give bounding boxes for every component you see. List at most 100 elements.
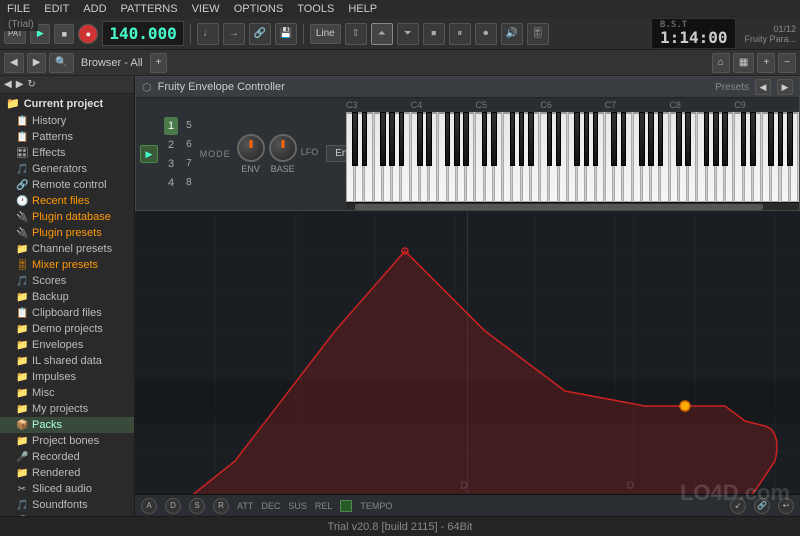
black-key[interactable] <box>584 112 590 166</box>
sidebar-item-soundfonts[interactable]: 🎵 Soundfonts <box>0 497 134 513</box>
black-key[interactable] <box>704 112 710 166</box>
zoom-out[interactable]: − <box>778 53 796 73</box>
black-key[interactable] <box>482 112 488 166</box>
envelope-editor[interactable]: D D <box>135 211 800 494</box>
toolbar-icon-11[interactable]: 🔊 <box>501 23 523 45</box>
black-key[interactable] <box>389 112 395 166</box>
black-key[interactable] <box>713 112 719 166</box>
nav-fwd[interactable]: ▶ <box>27 53 47 73</box>
sidebar-item-recent-files[interactable]: 🕐 Recent files <box>0 193 134 209</box>
toolbar-icon-9[interactable]: ⏸ <box>449 23 471 45</box>
sidebar-item-effects[interactable]: 🎛 Effects <box>0 145 134 161</box>
black-key[interactable] <box>426 112 432 166</box>
black-key[interactable] <box>722 112 728 166</box>
menu-view[interactable]: VIEW <box>189 3 223 15</box>
toolbar-icon-5[interactable]: ⇧ <box>345 23 367 45</box>
sidebar-back[interactable]: ◀ <box>4 79 12 90</box>
menu-help[interactable]: HELP <box>345 3 380 15</box>
sidebar-item-mixer-presets[interactable]: 🎚 Mixer presets <box>0 257 134 273</box>
menu-add[interactable]: ADD <box>80 3 109 15</box>
black-key[interactable] <box>768 112 774 166</box>
step-1[interactable]: 1 <box>164 117 178 135</box>
sidebar-item-plugin-presets[interactable]: 🔌 Plugin presets <box>0 225 134 241</box>
black-key[interactable] <box>778 112 784 166</box>
sidebar-item-clipboard[interactable]: 📋 Clipboard files <box>0 305 134 321</box>
bottom-icon-2[interactable]: 🔗 <box>754 498 770 514</box>
sidebar-refresh[interactable]: ↻ <box>27 79 35 90</box>
menu-file[interactable]: FILE <box>4 3 33 15</box>
menu-edit[interactable]: EDIT <box>41 3 72 15</box>
sidebar-item-sliced-audio[interactable]: ✂ Sliced audio <box>0 481 134 497</box>
black-key[interactable] <box>750 112 756 166</box>
sidebar-item-impulses[interactable]: 📁 Impulses <box>0 369 134 385</box>
toolbar-icon-7[interactable]: ⏷ <box>397 23 419 45</box>
toolbar-icon-6[interactable]: ⏶ <box>371 23 393 45</box>
black-key[interactable] <box>454 112 460 166</box>
att-btn[interactable]: A <box>141 498 157 514</box>
toolbar-icon-8[interactable]: ⏹ <box>423 23 445 45</box>
sidebar-item-speech[interactable]: 🔊 Speech <box>0 513 134 516</box>
rel-btn[interactable]: R <box>213 498 229 514</box>
toolbar-icon-2[interactable]: → <box>223 23 245 45</box>
black-key[interactable] <box>380 112 386 166</box>
play-env-button[interactable]: ▶ <box>140 145 158 163</box>
black-key[interactable] <box>445 112 451 166</box>
black-key[interactable] <box>352 112 358 166</box>
black-key[interactable] <box>611 112 617 166</box>
sidebar-fwd[interactable]: ▶ <box>16 79 24 90</box>
sidebar-item-scores[interactable]: 🎵 Scores <box>0 273 134 289</box>
bottom-icon-1[interactable]: ↙ <box>730 498 746 514</box>
step-4[interactable]: 4 <box>164 174 178 192</box>
sidebar-section-current-project[interactable]: 📁 Current project <box>0 94 134 113</box>
record-button[interactable]: ● <box>78 24 98 44</box>
base-knob[interactable] <box>269 134 297 162</box>
black-key[interactable] <box>519 112 525 166</box>
menu-patterns[interactable]: PATTERNS <box>118 3 181 15</box>
toolbar-icon-12[interactable]: 🎚 <box>527 23 549 45</box>
sidebar-item-packs[interactable]: 📦 Packs <box>0 417 134 433</box>
sus-btn[interactable]: S <box>189 498 205 514</box>
browser-search-icon[interactable]: 🔍 <box>49 53 73 73</box>
tempo-checkbox[interactable] <box>340 500 352 512</box>
sidebar-item-misc[interactable]: 📁 Misc <box>0 385 134 401</box>
black-key[interactable] <box>417 112 423 166</box>
black-key[interactable] <box>658 112 664 166</box>
sidebar-item-patterns[interactable]: 📋 Patterns <box>0 129 134 145</box>
black-key[interactable] <box>621 112 627 166</box>
line-mode-btn[interactable]: Line <box>310 24 341 44</box>
browser-add-btn[interactable]: + <box>150 53 168 73</box>
black-key[interactable] <box>648 112 654 166</box>
black-key[interactable] <box>463 112 469 166</box>
sidebar-item-channel-presets[interactable]: 📁 Channel presets <box>0 241 134 257</box>
grid-btn[interactable]: ▦ <box>733 53 754 73</box>
bottom-icon-3[interactable]: ↩ <box>778 498 794 514</box>
black-key[interactable] <box>787 112 793 166</box>
step-2[interactable]: 2 <box>164 136 178 154</box>
black-key[interactable] <box>510 112 516 166</box>
sidebar-item-envelopes[interactable]: 📁 Envelopes <box>0 337 134 353</box>
sidebar-item-remote-control[interactable]: 🔗 Remote control <box>0 177 134 193</box>
nav-back[interactable]: ◀ <box>4 53 24 73</box>
black-key[interactable] <box>639 112 645 166</box>
piano-scrollbar[interactable] <box>346 202 799 210</box>
zoom-in[interactable]: + <box>757 53 775 73</box>
black-key[interactable] <box>574 112 580 166</box>
menu-options[interactable]: OPTIONS <box>231 3 287 15</box>
black-key[interactable] <box>741 112 747 166</box>
bpm-display[interactable]: 140.000 <box>102 21 183 46</box>
black-key[interactable] <box>556 112 562 166</box>
env-knob[interactable] <box>237 134 265 162</box>
menu-tools[interactable]: TOOLS <box>294 3 337 15</box>
sidebar-item-plugin-db[interactable]: 🔌 Plugin database <box>0 209 134 225</box>
presets-next[interactable]: ▶ <box>777 79 793 95</box>
black-key[interactable] <box>685 112 691 166</box>
black-key[interactable] <box>491 112 497 166</box>
sidebar-item-rendered[interactable]: 📁 Rendered <box>0 465 134 481</box>
piano-keys[interactable] <box>346 112 799 202</box>
black-key[interactable] <box>593 112 599 166</box>
step-3[interactable]: 3 <box>164 155 178 173</box>
sidebar-item-demo-projects[interactable]: 📁 Demo projects <box>0 321 134 337</box>
sidebar-item-il-shared[interactable]: 📁 IL shared data <box>0 353 134 369</box>
sidebar-item-my-projects[interactable]: 📁 My projects <box>0 401 134 417</box>
toolbar-icon-3[interactable]: 🔗 <box>249 23 271 45</box>
